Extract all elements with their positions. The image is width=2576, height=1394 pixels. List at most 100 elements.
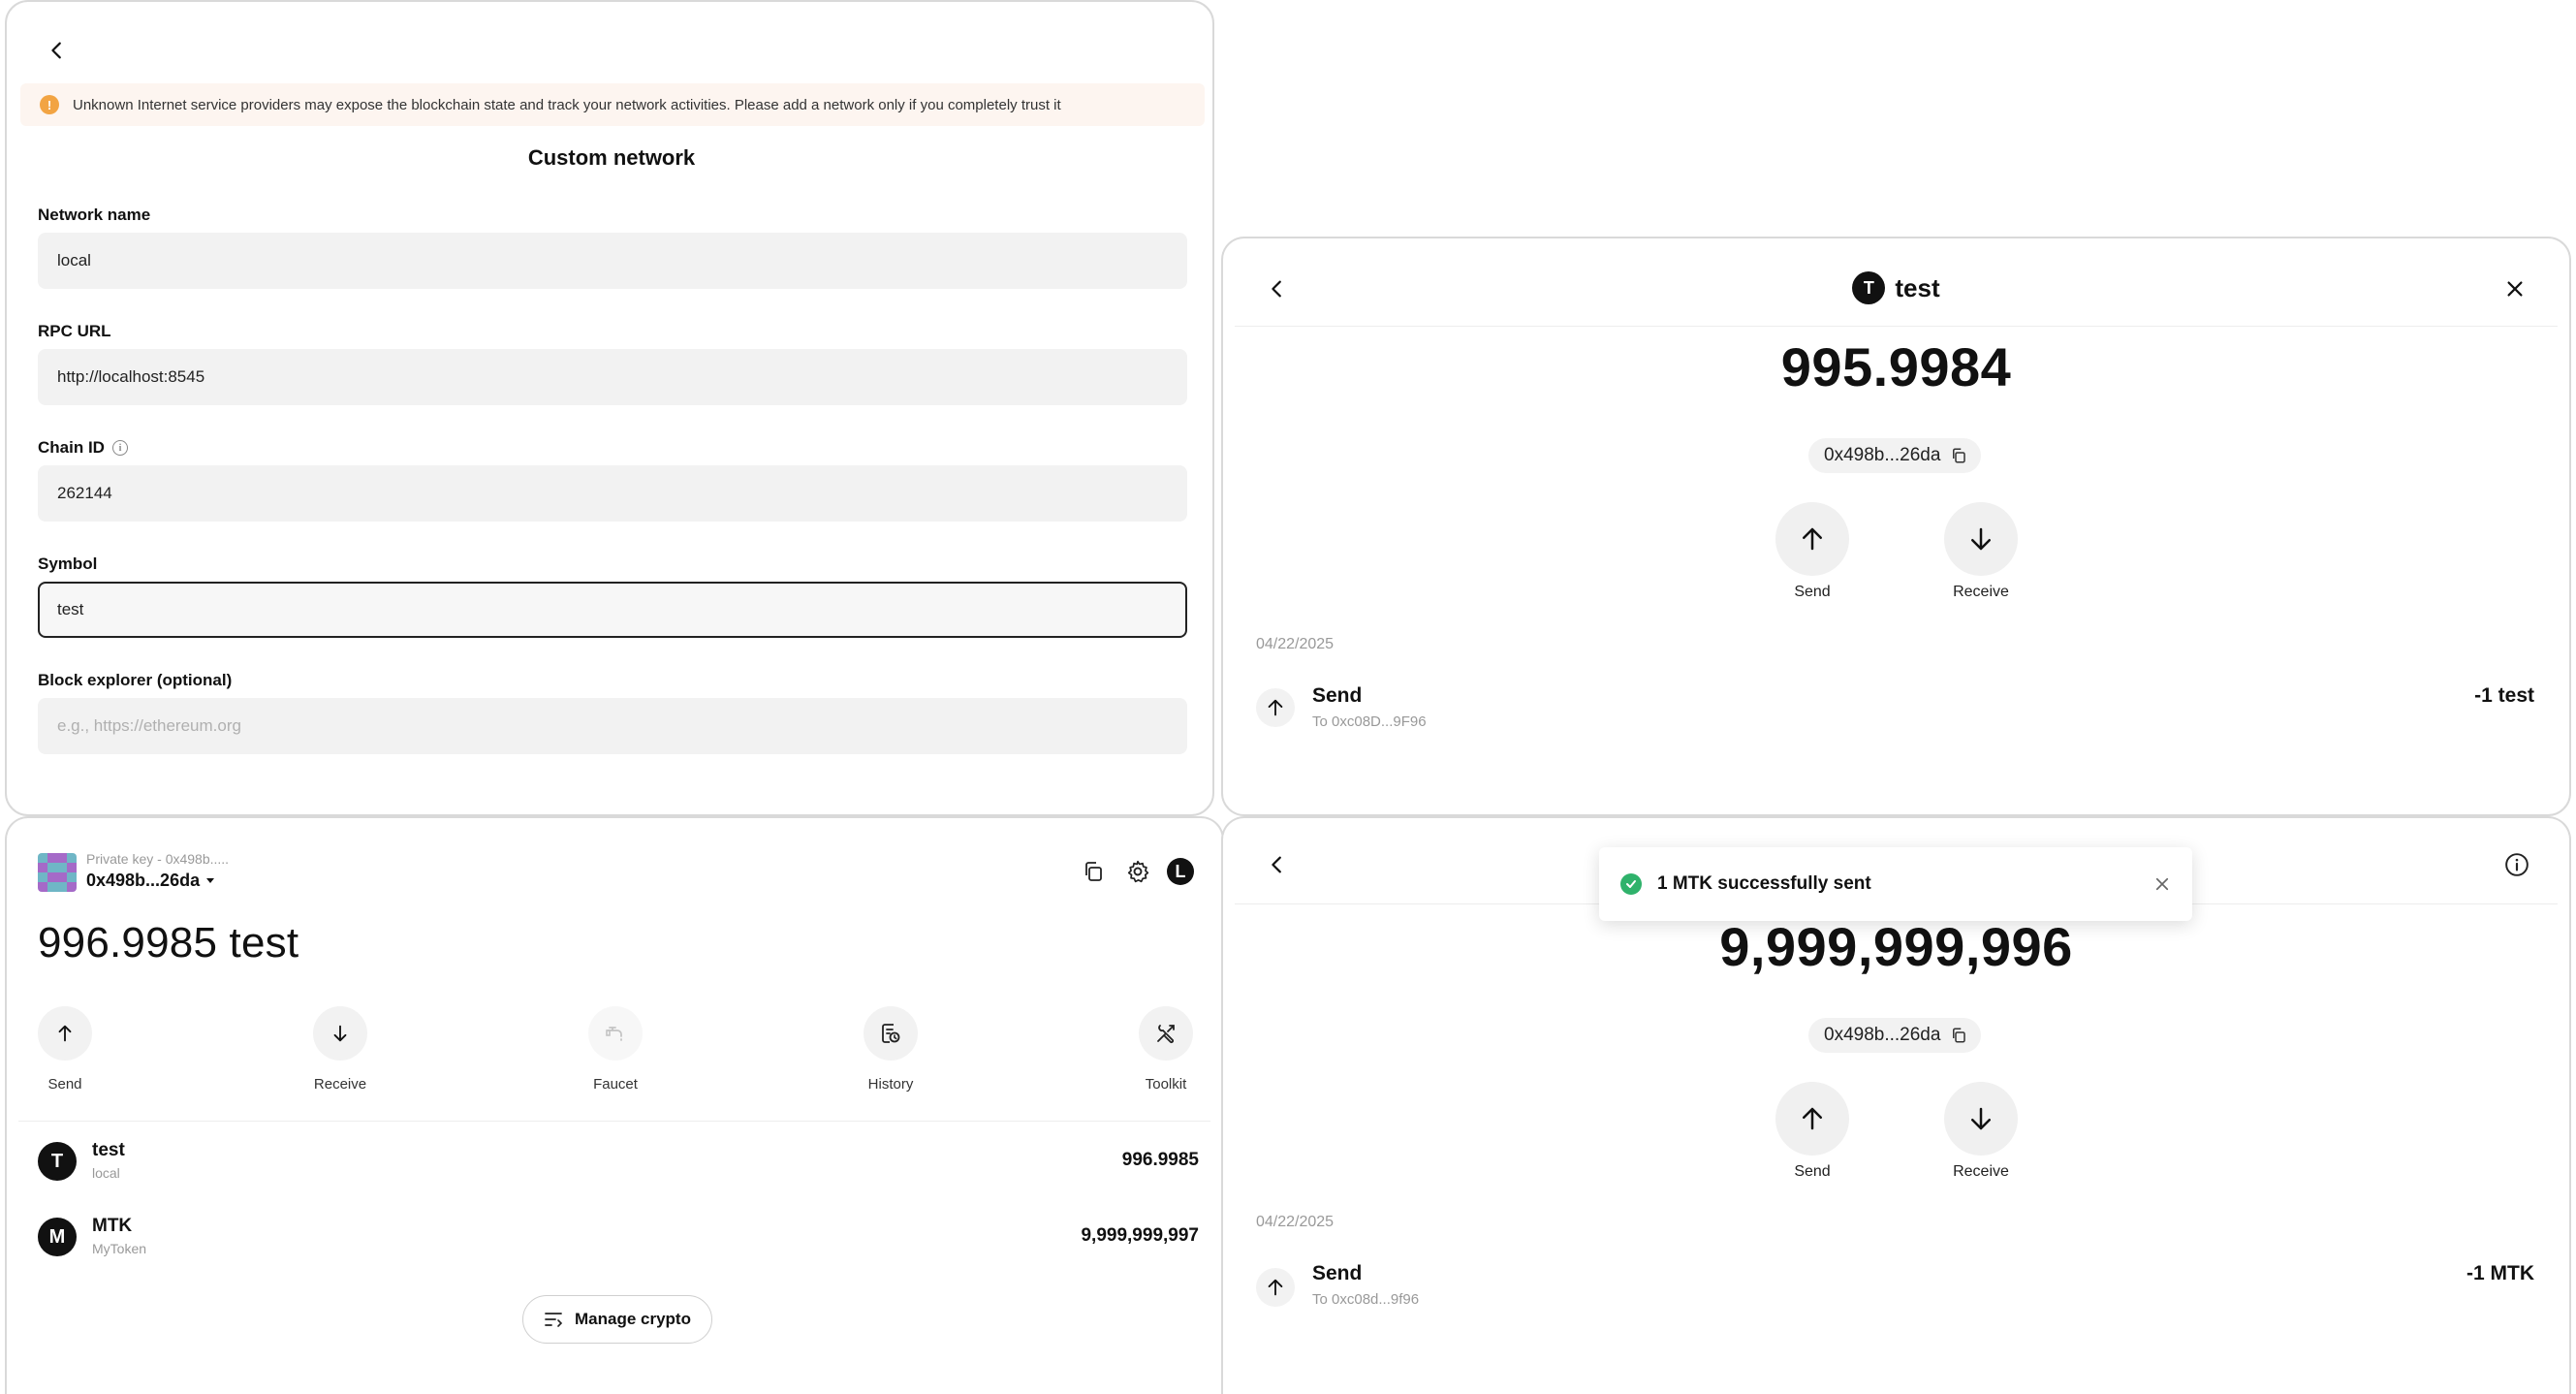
network-name-input[interactable]	[38, 233, 1187, 289]
tx-send-icon	[1256, 688, 1295, 727]
mtk-balance: 9,999,999,996	[1719, 916, 2073, 977]
symbol-input[interactable]	[38, 582, 1187, 638]
warning-text: Unknown Internet service providers may e…	[73, 96, 1061, 113]
header-divider	[1235, 326, 2558, 327]
copy-icon[interactable]	[1950, 1027, 1967, 1044]
mtk-detail-panel: 1 MTK successfully sent 9,999,999,996 0x…	[1221, 816, 2571, 1394]
chevron-left-icon	[1272, 856, 1281, 873]
address-text: 0x498b...26da	[1824, 1025, 1941, 1045]
chain-id-input[interactable]	[38, 465, 1187, 522]
history-icon	[882, 1024, 900, 1043]
toast-message: 1 MTK successfully sent	[1657, 873, 1871, 894]
faucet-button[interactable]	[588, 1006, 643, 1061]
faucet-label: Faucet	[593, 1076, 638, 1093]
address-pill[interactable]: 0x498b...26da	[1808, 438, 1982, 473]
copy-address-button[interactable]	[1079, 857, 1108, 886]
tx-send-icon	[1256, 1268, 1295, 1307]
custom-network-panel: ! Unknown Internet service providers may…	[5, 0, 1214, 816]
success-toast: 1 MTK successfully sent	[1599, 847, 2192, 921]
send-button[interactable]	[1775, 1082, 1849, 1156]
back-button[interactable]	[40, 33, 75, 68]
tx-title[interactable]: Send	[1312, 684, 1362, 708]
manage-list-icon	[545, 1313, 563, 1327]
address-pill[interactable]: 0x498b...26da	[1808, 1018, 1982, 1053]
settings-button[interactable]	[1123, 857, 1152, 886]
asset-avatar: T	[38, 1142, 77, 1181]
asset-avatar: M	[38, 1218, 77, 1256]
toast-close-button[interactable]	[2153, 875, 2171, 893]
chain-id-label-row: Chain ID i	[38, 438, 128, 458]
token-balance: 995.9984	[1780, 336, 2012, 397]
tx-recipient: To 0xc08D...9F96	[1312, 713, 1427, 730]
arrow-down-icon	[1971, 527, 1991, 551]
tx-amount: -1 MTK	[2466, 1262, 2534, 1284]
arrow-down-icon	[333, 1025, 347, 1042]
back-button[interactable]	[1260, 847, 1295, 882]
arrow-up-icon	[1268, 1279, 1283, 1296]
toolkit-button[interactable]	[1139, 1006, 1193, 1061]
rpc-url-input[interactable]	[38, 349, 1187, 405]
profile-button[interactable]: L	[1166, 857, 1195, 886]
token-header: T test	[1223, 271, 2569, 304]
copy-icon	[1085, 862, 1102, 881]
close-button[interactable]	[2497, 271, 2532, 306]
account-type-label: Private key - 0x498b.....	[86, 851, 230, 867]
chevron-left-icon	[51, 42, 61, 59]
section-divider	[18, 1121, 1210, 1122]
symbol-label: Symbol	[38, 554, 98, 573]
arrow-up-icon	[1803, 1107, 1822, 1130]
token-avatar: T	[1852, 271, 1886, 304]
tx-recipient: To 0xc08d...9f96	[1312, 1291, 1420, 1308]
send-label: Send	[1794, 1163, 1831, 1180]
info-icon[interactable]: i	[111, 440, 128, 456]
toolkit-icon	[1157, 1025, 1175, 1044]
receive-button[interactable]	[1944, 1082, 2018, 1156]
wallet-balance: 996.9985 test	[38, 919, 299, 966]
arrow-up-icon	[1268, 699, 1283, 716]
address-text: 0x498b...26da	[1824, 445, 1941, 465]
caret-down-icon	[206, 877, 215, 883]
receive-label: Receive	[1953, 584, 2009, 600]
chain-id-label: Chain ID	[38, 438, 105, 457]
close-icon	[2155, 877, 2169, 891]
asset-network: local	[92, 1165, 120, 1181]
profile-avatar: L	[1167, 858, 1194, 885]
account-address: 0x498b...26da	[86, 871, 201, 890]
tx-date: 04/22/2025	[1256, 1214, 1335, 1230]
warning-banner: ! Unknown Internet service providers may…	[20, 83, 1205, 126]
warning-icon: !	[40, 95, 59, 114]
account-avatar[interactable]	[38, 853, 77, 892]
tx-title[interactable]: Send	[1312, 1262, 1362, 1285]
manage-crypto-label: Manage crypto	[575, 1310, 691, 1328]
receive-label: Receive	[313, 1076, 367, 1093]
wallet-home-panel: Private key - 0x498b..... 0x498b...26da …	[5, 816, 1224, 1394]
receive-label: Receive	[1953, 1163, 2009, 1180]
receive-button[interactable]	[1944, 502, 2018, 576]
faucet-icon	[606, 1027, 622, 1041]
send-button[interactable]	[1775, 502, 1849, 576]
arrow-up-icon	[1803, 527, 1822, 551]
network-name-label: Network name	[38, 206, 151, 224]
send-button[interactable]	[38, 1006, 92, 1061]
asset-fullname: MyToken	[92, 1241, 147, 1256]
tx-amount: -1 test	[2474, 684, 2534, 707]
page-title: Custom network	[527, 145, 696, 170]
info-button[interactable]	[2499, 847, 2534, 882]
manage-crypto-button[interactable]: Manage crypto	[522, 1295, 712, 1344]
account-selector[interactable]: 0x498b...26da	[86, 871, 215, 891]
copy-icon[interactable]	[1950, 447, 1967, 464]
token-detail-panel: T test 995.9984 0x498b...26da Send Recei…	[1221, 237, 2571, 816]
history-button[interactable]	[864, 1006, 918, 1061]
send-label: Send	[1794, 584, 1831, 600]
block-explorer-label: Block explorer (optional)	[38, 671, 233, 689]
asset-name: MTK	[92, 1216, 133, 1236]
block-explorer-input[interactable]	[38, 698, 1187, 754]
history-label: History	[867, 1076, 914, 1093]
asset-balance: 9,999,999,997	[1081, 1225, 1199, 1246]
receive-button[interactable]	[313, 1006, 367, 1061]
tx-date: 04/22/2025	[1256, 636, 1335, 652]
close-icon	[2507, 281, 2523, 297]
toolkit-label: Toolkit	[1145, 1076, 1187, 1093]
asset-name: test	[92, 1140, 125, 1160]
arrow-down-icon	[1971, 1107, 1991, 1130]
